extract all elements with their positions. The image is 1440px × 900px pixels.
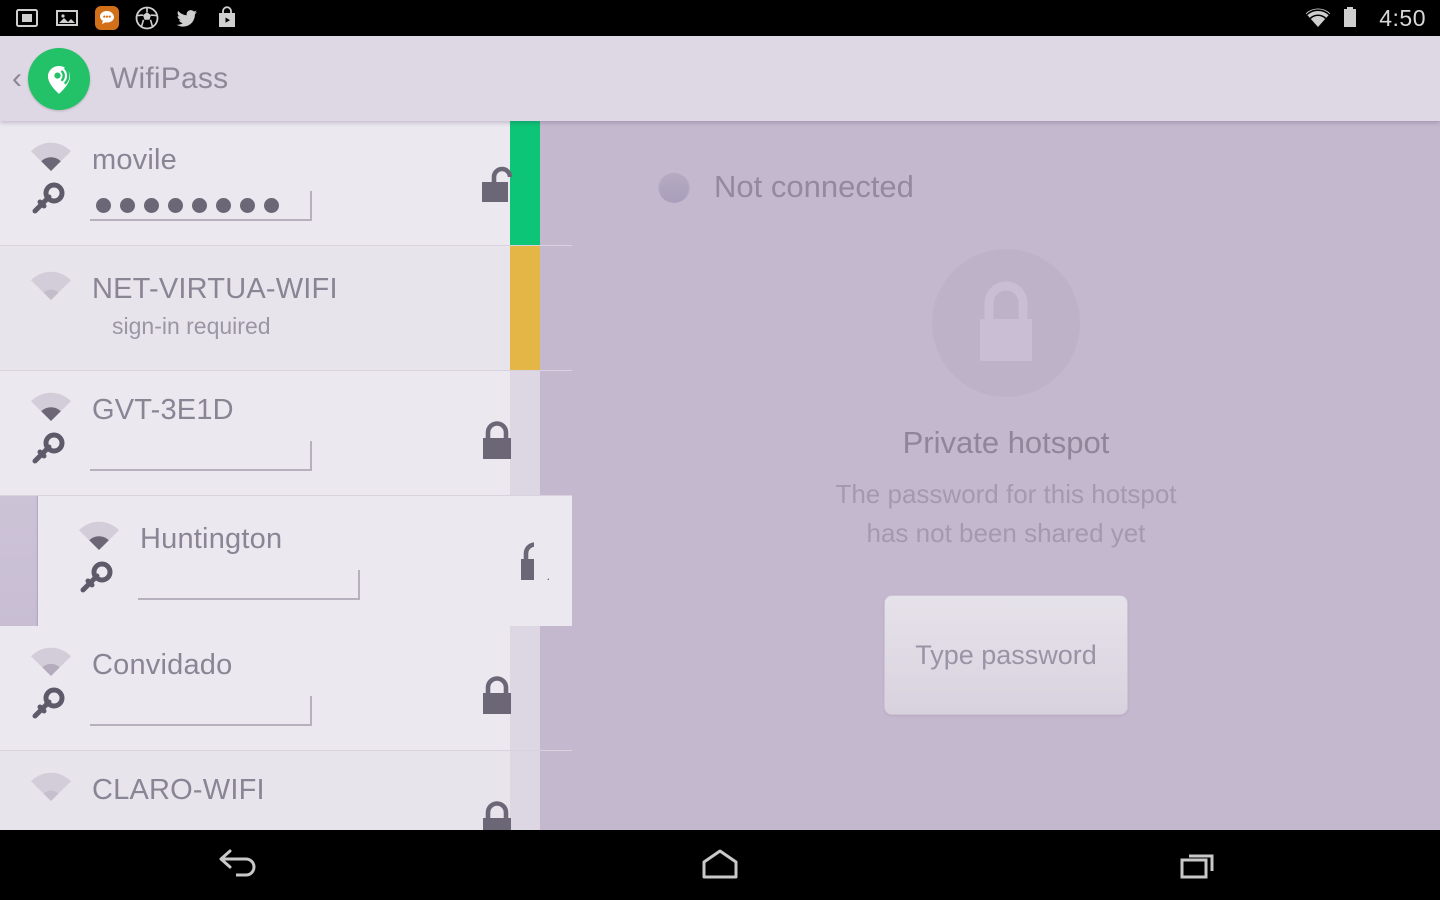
wifi-signal-icon <box>28 270 74 309</box>
status-bar: 4:50 <box>0 0 1440 36</box>
home-nav-icon[interactable] <box>660 830 780 900</box>
back-nav-icon[interactable] <box>180 830 300 900</box>
wifi-ssid-line: Huntington <box>76 520 572 559</box>
twitter-icon <box>174 5 200 31</box>
big-lock-icon <box>932 249 1080 397</box>
key-icon <box>76 561 116 600</box>
battery-icon <box>1341 5 1367 31</box>
detail-title: Private hotspot <box>902 425 1110 460</box>
locked-icon <box>480 799 514 830</box>
detail-description-line-2: has not been shared yet <box>866 518 1146 549</box>
wifi-ssid-label: Huntington <box>140 523 283 555</box>
soccer-app-icon <box>134 5 160 31</box>
wifi-ssid-line: NET-VIRTUA-WIFI <box>28 270 572 309</box>
wifi-row-movile[interactable]: movile <box>0 121 572 246</box>
selected-row-pointer <box>534 527 564 595</box>
wifi-ssid-label: GVT-3E1D <box>92 394 234 426</box>
wifi-signal-icon <box>28 391 74 430</box>
chat-app-icon <box>94 5 120 31</box>
locked-icon <box>480 419 514 463</box>
wifi-password-input[interactable] <box>138 570 360 600</box>
locked-icon <box>480 674 514 718</box>
selected-row-strip <box>0 496 38 626</box>
wifi-password-line[interactable] <box>76 561 572 600</box>
wifi-network-list[interactable]: movile NET-VIRTUA-WIFI sign-in required … <box>0 121 572 830</box>
status-indicator-dot <box>658 171 690 203</box>
play-store-icon <box>214 5 240 31</box>
connection-status-label: Not connected <box>714 169 914 204</box>
gallery-icon <box>54 5 80 31</box>
wifi-signal-icon <box>28 771 74 810</box>
wifi-password-input[interactable] <box>90 441 312 471</box>
wifi-ssid-label: CLARO-WIFI <box>92 774 265 806</box>
connection-status: Not connected <box>658 169 914 205</box>
status-bar-notification-icons <box>14 5 240 31</box>
screenshot-icon <box>14 5 40 31</box>
wifi-signal-icon <box>76 520 122 559</box>
wifipass-logo-icon <box>28 47 90 110</box>
key-icon <box>28 432 68 471</box>
key-icon <box>28 182 68 221</box>
wifi-row-claro-wifi[interactable]: CLARO-WIFI <box>0 751 572 830</box>
wifi-row-subtext: sign-in required <box>112 313 271 339</box>
wifi-password-input[interactable] <box>90 191 312 221</box>
key-icon <box>28 687 68 726</box>
wifi-password-input[interactable] <box>90 696 312 726</box>
type-password-button[interactable]: Type password <box>884 595 1128 716</box>
wifi-row-huntington-selected[interactable]: Huntington <box>0 496 572 626</box>
wifi-signal-icon <box>28 141 74 180</box>
wifi-row-gvt-3e1d[interactable]: GVT-3E1D <box>0 371 572 496</box>
wifi-ssid-label: movile <box>92 144 177 176</box>
page-title: WifiPass <box>110 61 229 95</box>
android-screen: 4:50 ‹ WifiPass movile NET-VIRTUA-WIFI s… <box>0 0 1440 900</box>
app-bar: ‹ WifiPass <box>0 36 1440 121</box>
wifi-ssid-label: Convidado <box>92 649 233 681</box>
main-content: movile NET-VIRTUA-WIFI sign-in required … <box>0 121 1440 830</box>
wifi-row-convidado[interactable]: Convidado <box>0 626 572 751</box>
wifi-ssid-label: NET-VIRTUA-WIFI <box>92 273 338 305</box>
password-dots <box>96 198 279 213</box>
back-button[interactable]: ‹ <box>4 63 30 94</box>
unlocked-icon <box>480 163 514 207</box>
selected-row-card[interactable]: Huntington <box>38 496 572 626</box>
wifi-signal-icon <box>1303 5 1331 31</box>
wifi-row-net-virtua-wifi[interactable]: NET-VIRTUA-WIFI sign-in required <box>0 246 572 371</box>
detail-description-line-1: The password for this hotspot <box>835 479 1177 509</box>
recents-nav-icon[interactable] <box>1140 830 1260 900</box>
navigation-bar <box>0 830 1440 900</box>
wifi-signal-icon <box>28 646 74 685</box>
status-bar-system-icons: 4:50 <box>1303 5 1426 32</box>
clock: 4:50 <box>1379 4 1426 31</box>
hotspot-detail-panel: Not connected Private hotspot The passwo… <box>572 121 1440 830</box>
